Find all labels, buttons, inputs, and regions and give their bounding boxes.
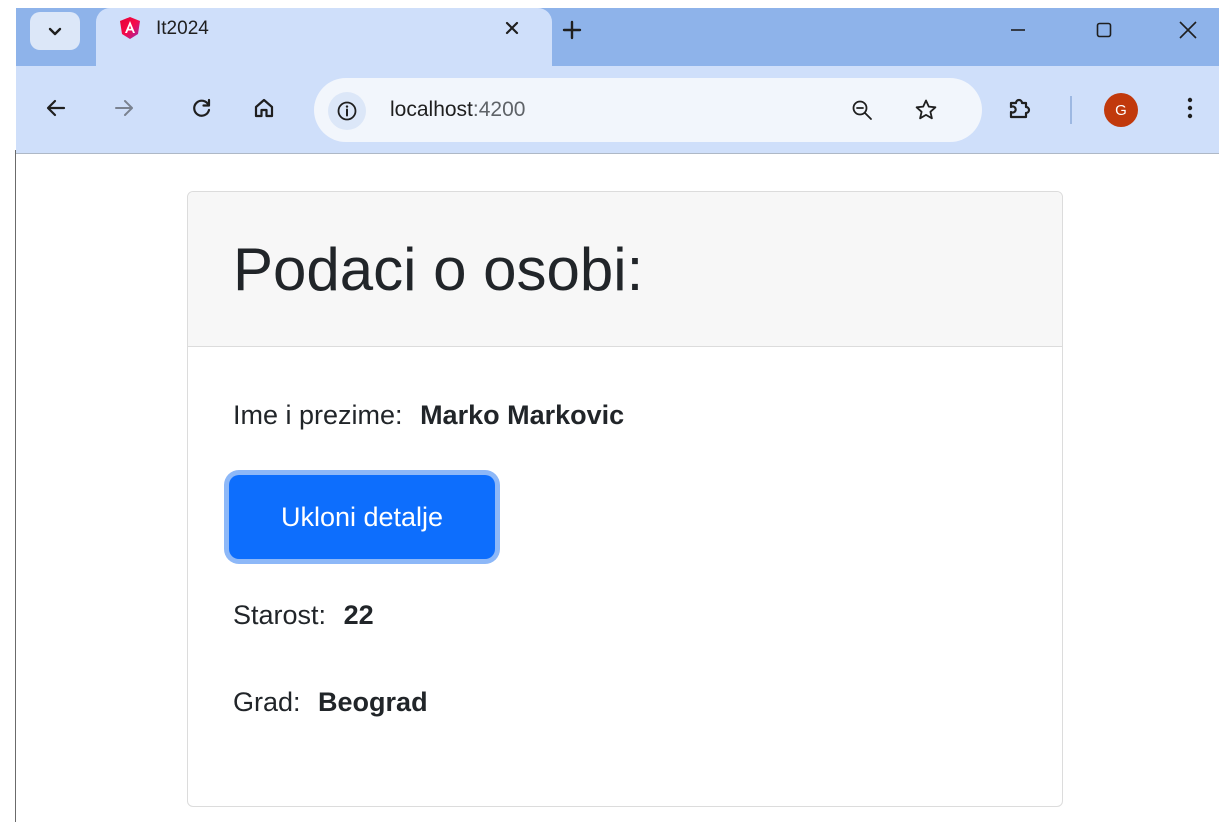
tab-search-button[interactable] <box>30 12 80 50</box>
card-title: Podaci o osobi: <box>233 236 644 303</box>
city-label: Grad: <box>233 687 301 717</box>
angular-favicon-icon <box>120 17 140 39</box>
name-value: Marko Markovic <box>420 400 625 430</box>
maximize-button[interactable] <box>1074 8 1134 52</box>
city-value: Beograd <box>318 687 428 717</box>
star-icon <box>915 99 937 120</box>
remove-details-button[interactable]: Ukloni detalje <box>229 475 495 559</box>
tab-title: It2024 <box>156 18 209 39</box>
forward-button[interactable] <box>104 88 144 128</box>
profile-avatar[interactable]: G <box>1104 93 1138 127</box>
zoom-button[interactable] <box>842 90 882 130</box>
toolbar-divider <box>1070 96 1072 124</box>
plus-icon <box>562 20 582 40</box>
puzzle-icon <box>1009 98 1031 119</box>
maximize-icon <box>1096 22 1112 38</box>
name-row: Ime i prezime: Marko Markovic <box>233 400 624 431</box>
url-text[interactable]: localhost:4200 <box>390 98 525 122</box>
extensions-button[interactable] <box>1000 88 1040 128</box>
reload-icon <box>193 98 211 117</box>
card-header: Podaci o osobi: <box>188 192 1062 347</box>
window-edge <box>0 0 16 822</box>
address-bar[interactable]: localhost:4200 <box>314 78 982 142</box>
back-button[interactable] <box>36 88 76 128</box>
browser-window: It2024 localhost:4200 G Podaci o osobi: … <box>0 0 1219 822</box>
minimize-icon <box>1011 29 1025 31</box>
more-vertical-icon <box>1187 97 1193 119</box>
minimize-button[interactable] <box>988 8 1048 52</box>
remove-details-label: Ukloni detalje <box>280 501 444 532</box>
tab-close-button[interactable] <box>496 12 528 44</box>
bookmark-button[interactable] <box>906 90 946 130</box>
chevron-down-icon <box>48 27 62 36</box>
site-info-button[interactable] <box>328 92 366 130</box>
tab-strip: It2024 <box>16 8 1219 68</box>
home-icon <box>254 98 274 118</box>
arrow-right-icon <box>115 100 133 116</box>
window-close-button[interactable] <box>1158 8 1218 52</box>
name-label: Ime i prezime: <box>233 400 403 430</box>
browser-toolbar: localhost:4200 G <box>16 66 1219 154</box>
url-port: :4200 <box>472 98 526 121</box>
person-card: Podaci o osobi: Ime i prezime: Marko Mar… <box>187 191 1063 807</box>
age-value: 22 <box>343 600 374 630</box>
city-row: Grad: Beograd <box>233 687 428 718</box>
age-row: Starost: 22 <box>233 600 374 631</box>
url-host: localhost <box>390 98 473 121</box>
arrow-left-icon <box>46 99 66 117</box>
close-icon <box>1179 21 1197 39</box>
menu-button[interactable] <box>1170 88 1210 128</box>
info-icon <box>337 101 357 121</box>
home-button[interactable] <box>244 88 284 128</box>
tab-active[interactable]: It2024 <box>96 8 552 68</box>
reload-button[interactable] <box>182 88 222 128</box>
age-label: Starost: <box>233 600 327 630</box>
new-tab-button[interactable] <box>552 12 592 48</box>
close-icon <box>505 21 519 35</box>
zoom-out-icon <box>852 100 872 120</box>
